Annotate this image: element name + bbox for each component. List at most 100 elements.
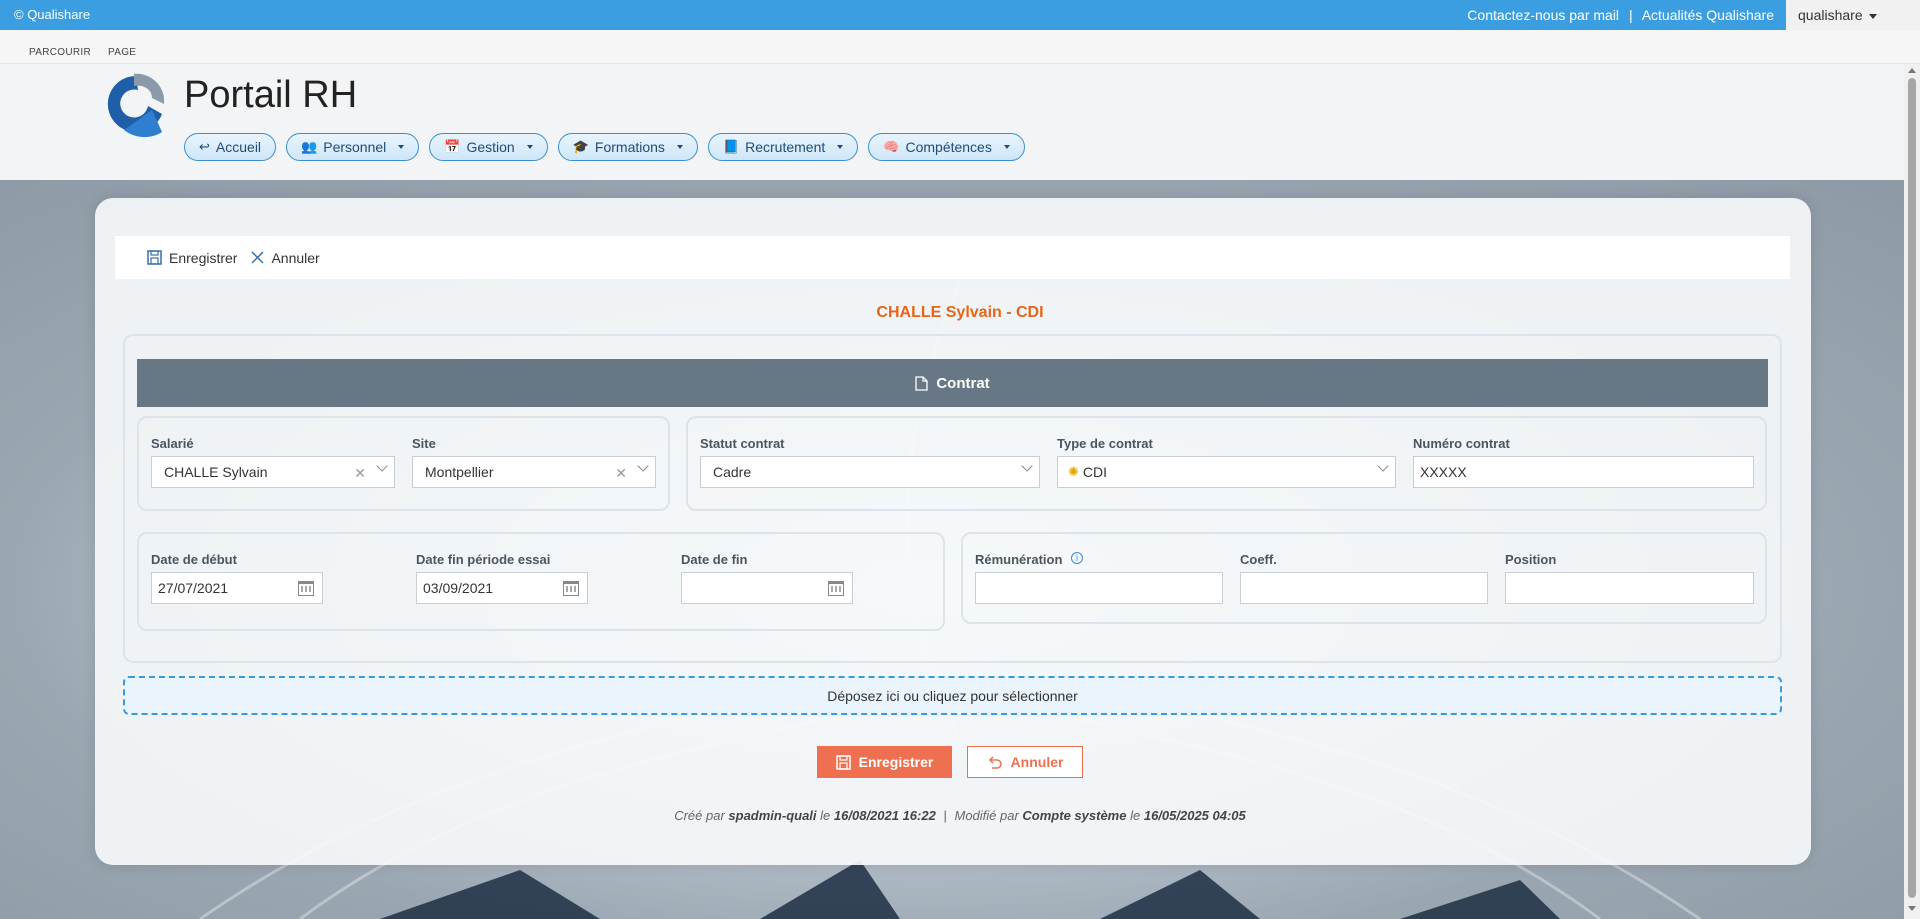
page-title: Portail RH [184, 74, 358, 116]
clear-icon[interactable]: ✕ [615, 465, 627, 482]
debut-value: 27/07/2021 [158, 580, 229, 596]
audit-created-by: spadmin-quali [728, 808, 817, 823]
calendar-icon[interactable] [298, 581, 314, 596]
brand-link[interactable]: © Qualishare [14, 7, 90, 22]
numero-value: XXXXX [1420, 464, 1467, 480]
fin-label: Date de fin [681, 552, 748, 567]
type-value: CDI [1082, 464, 1108, 480]
salarie-label: Salarié [151, 436, 194, 451]
caret-down-icon [398, 145, 405, 149]
scroll-down-icon[interactable] [1908, 906, 1916, 911]
floppy-disk-icon [147, 250, 162, 265]
nav-personnel[interactable]: 👥 Personnel [286, 133, 420, 161]
save-button[interactable]: Enregistrer [817, 746, 952, 778]
close-icon [251, 251, 264, 264]
cancel-button[interactable]: Annuler [967, 746, 1083, 778]
book-icon: 📘 [722, 139, 740, 154]
position-label: Position [1505, 552, 1557, 567]
main-nav: ↩ Accueil 👥 Personnel 📅 Gestion 🎓 Format… [184, 133, 1025, 161]
clear-icon[interactable]: ✕ [354, 465, 366, 482]
section-title: Contrat [936, 374, 990, 392]
nav-label: Formations [594, 139, 665, 155]
fin-datepicker[interactable] [681, 572, 853, 604]
file-dropzone[interactable]: Déposez ici ou cliquez pour sélectionner [123, 676, 1782, 715]
form-title: CHALLE Sylvain - CDI [876, 304, 1044, 321]
toolbar-cancel-label: Annuler [271, 249, 320, 266]
remuneration-label: Rémunération i [975, 552, 1084, 567]
user-name: qualishare [1798, 7, 1863, 23]
statut-value: Cadre [713, 464, 752, 480]
info-icon[interactable]: i [1071, 552, 1084, 564]
document-icon [915, 375, 928, 391]
calendar-icon[interactable] [828, 581, 844, 596]
caret-down-icon [837, 145, 844, 149]
nav-competences[interactable]: 🧠 Compétences [868, 133, 1025, 161]
audit-modified-le: le [1130, 808, 1141, 823]
caret-down-icon [1003, 145, 1010, 149]
essai-label: Date fin période essai [416, 552, 551, 567]
brain-icon: 🧠 [883, 139, 900, 154]
training-icon: 🎓 [572, 139, 589, 154]
page-scrollbar[interactable] [1904, 64, 1920, 919]
nav-label: Personnel [323, 139, 387, 155]
site-select[interactable]: Montpellier ✕ [412, 456, 656, 488]
audit-created-prefix: Créé par [674, 808, 725, 823]
undo-icon [988, 755, 1002, 769]
statut-label: Statut contrat [700, 436, 785, 451]
audit-created-at: 16/08/2021 16:22 [833, 808, 936, 823]
nav-label: Compétences [905, 139, 992, 155]
statut-select[interactable]: Cadre [700, 456, 1040, 488]
position-input[interactable] [1505, 572, 1754, 604]
site-value: Montpellier [425, 464, 494, 480]
nav-formations[interactable]: 🎓 Formations [557, 133, 698, 161]
type-select[interactable]: ✺ CDI [1057, 456, 1396, 488]
nav-accueil[interactable]: ↩ Accueil [184, 133, 277, 161]
chevron-down-icon[interactable] [376, 460, 388, 472]
nav-label: Gestion [466, 139, 515, 155]
audit-modified-at: 16/05/2025 04:05 [1143, 808, 1246, 823]
salarie-value: CHALLE Sylvain [164, 464, 268, 480]
chevron-down-icon[interactable] [637, 460, 649, 472]
qualishare-logo-icon [107, 73, 165, 138]
numero-input[interactable]: XXXXX [1413, 456, 1754, 488]
type-label: Type de contrat [1057, 436, 1153, 451]
contact-link[interactable]: Contactez-nous par mail [1467, 7, 1619, 23]
dropzone-label: Déposez ici ou cliquez pour sélectionner [827, 687, 1078, 704]
toolbar-save-label: Enregistrer [169, 249, 238, 266]
sun-icon: ✺ [1068, 464, 1079, 479]
debut-label: Date de début [151, 552, 237, 567]
top-links: Contactez-nous par mail | Actualités Qua… [1467, 7, 1774, 23]
salarie-select[interactable]: CHALLE Sylvain ✕ [151, 456, 395, 488]
save-button-label: Enregistrer [858, 754, 934, 770]
chevron-down-icon[interactable] [1021, 460, 1033, 472]
audit-modified-by: Compte système [1022, 808, 1127, 823]
nav-label: Recrutement [745, 139, 826, 155]
remuneration-input[interactable] [975, 572, 1223, 604]
toolbar-cancel-button[interactable]: Annuler [251, 249, 320, 266]
audit-created-le: le [820, 808, 831, 823]
calendar-icon: 📅 [444, 139, 461, 154]
user-menu[interactable]: qualishare [1786, 0, 1920, 30]
audit-info: Créé par spadmin-quali le 16/08/2021 16:… [0, 808, 1920, 823]
numero-label: Numéro contrat [1413, 436, 1510, 451]
audit-separator: | [943, 808, 947, 823]
news-link[interactable]: Actualités Qualishare [1642, 7, 1774, 23]
caret-down-icon [526, 145, 533, 149]
ribbon-tab-browse[interactable]: PARCOURIR [29, 47, 91, 58]
calendar-icon[interactable] [563, 581, 579, 596]
nav-gestion[interactable]: 📅 Gestion [429, 133, 548, 161]
ribbon-tabs: PARCOURIR PAGE [0, 30, 1920, 64]
site-label: Site [412, 436, 436, 451]
nav-recrutement[interactable]: 📘 Recrutement [707, 133, 859, 161]
chevron-down-icon[interactable] [1377, 460, 1389, 472]
scroll-thumb[interactable] [1908, 78, 1916, 898]
debut-datepicker[interactable]: 27/07/2021 [151, 572, 323, 604]
scroll-up-icon[interactable] [1908, 68, 1916, 73]
toolbar-save-button[interactable]: Enregistrer [147, 250, 237, 266]
form-toolbar: Enregistrer Annuler [115, 236, 1790, 279]
nav-label: Accueil [215, 139, 262, 155]
coeff-input[interactable] [1240, 572, 1488, 604]
return-arrow-icon: ↩ [199, 139, 210, 154]
ribbon-tab-page[interactable]: PAGE [108, 47, 136, 58]
essai-datepicker[interactable]: 03/09/2021 [416, 572, 588, 604]
